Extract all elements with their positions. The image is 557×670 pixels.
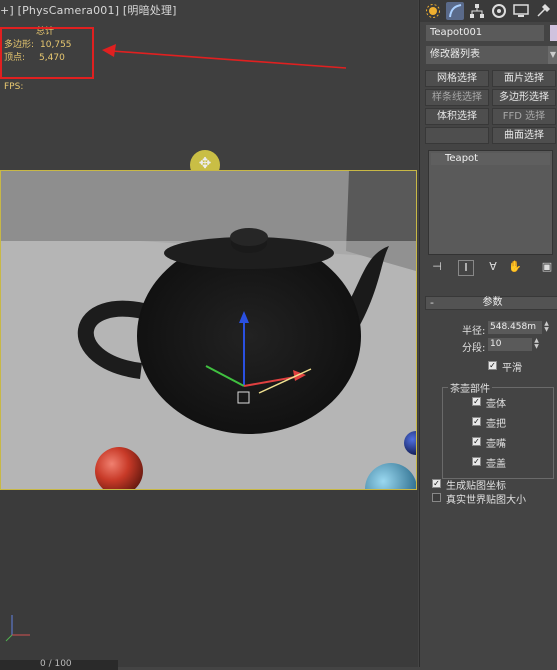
camera-viewport[interactable]: +] [PhysCamera001] [明暗处理] 总计 多边形: 10,755 … xyxy=(0,0,418,670)
gen-uv-checkbox[interactable]: ✓ xyxy=(432,479,441,488)
stack-toolbar: ⊣ I ∀ ✋ ▣ xyxy=(428,260,557,276)
segments-spinner-arrows[interactable]: ▲ ▼ xyxy=(533,338,540,351)
gen-uv-label: 生成贴图坐标 xyxy=(446,481,506,492)
teapot-scene xyxy=(1,171,416,489)
command-panel-tabs xyxy=(420,0,557,22)
annotation-arrow xyxy=(102,44,347,69)
configure-sets-icon[interactable]: ▣ xyxy=(540,260,554,274)
body-label: 壶体 xyxy=(486,399,506,410)
teapot-parts-title: 茶壶部件 xyxy=(448,380,492,395)
empty-button[interactable] xyxy=(425,127,489,144)
modifier-list-label: 修改器列表 xyxy=(430,49,480,60)
smooth-label: 平滑 xyxy=(502,363,522,374)
segments-label: 分段: xyxy=(462,343,486,354)
motion-icon[interactable] xyxy=(490,2,508,20)
mesh-select-button[interactable]: 网格选择 xyxy=(425,70,489,87)
frame-counter-text: 0 / 100 xyxy=(40,659,72,669)
command-panel: Teapot001 修改器列表 ▼ 网格选择 面片选择 样条线选择 多边形选择 … xyxy=(419,0,557,667)
fps-label: FPS: xyxy=(4,82,24,92)
patch-select-button[interactable]: 面片选择 xyxy=(492,70,556,87)
viewport-lower-area[interactable] xyxy=(0,490,418,667)
chevron-down-icon: ▼ xyxy=(548,46,557,64)
modify-icon[interactable] xyxy=(446,2,464,20)
object-name-field[interactable]: Teapot001 xyxy=(426,25,544,41)
object-color-swatch[interactable] xyxy=(550,25,557,41)
teapot-lid-top xyxy=(230,228,268,246)
remove-modifier-icon[interactable]: ✋ xyxy=(508,260,522,274)
real-world-checkbox[interactable] xyxy=(432,493,441,502)
hierarchy-icon[interactable] xyxy=(468,2,486,20)
body-checkbox[interactable]: ✓ xyxy=(472,397,481,406)
lid-label: 壶盖 xyxy=(486,459,506,470)
create-icon[interactable] xyxy=(424,2,442,20)
radius-label: 半径: xyxy=(462,326,486,337)
safe-frame-render[interactable] xyxy=(0,170,417,490)
ffd-select-button[interactable]: FFD 选择 xyxy=(492,108,556,125)
pin-stack-icon[interactable]: ⊣ xyxy=(430,260,444,274)
axis-tripod-icon xyxy=(5,615,30,642)
make-unique-icon[interactable]: ∀ xyxy=(486,260,500,274)
real-world-label: 真实世界贴图大小 xyxy=(446,495,526,506)
display-icon[interactable] xyxy=(512,2,530,20)
spout-label: 壶嘴 xyxy=(486,439,506,450)
modifier-list-dropdown[interactable]: 修改器列表 ▼ xyxy=(426,46,557,64)
poly-select-button[interactable]: 多边形选择 xyxy=(492,89,556,106)
surface-select-button[interactable]: 曲面选择 xyxy=(492,127,556,144)
smooth-checkbox[interactable]: ✓ xyxy=(488,361,497,370)
rollout-title: 参数 xyxy=(482,297,503,308)
radius-spinner-arrows[interactable]: ▲ ▼ xyxy=(543,321,550,334)
lid-checkbox[interactable]: ✓ xyxy=(472,457,481,466)
time-slider[interactable]: 0 / 100 xyxy=(0,660,118,670)
vol-select-button[interactable]: 体积选择 xyxy=(425,108,489,125)
segments-spinner[interactable]: 10 xyxy=(488,338,532,351)
modifier-stack[interactable]: Teapot xyxy=(428,150,553,255)
radius-spinner[interactable]: 548.458m xyxy=(488,321,542,334)
stack-item-teapot[interactable]: Teapot xyxy=(431,153,550,165)
handle-label: 壶把 xyxy=(486,419,506,430)
handle-checkbox[interactable]: ✓ xyxy=(472,417,481,426)
parameters-rollout-header[interactable]: - 参数 xyxy=(425,296,557,310)
show-end-result-icon[interactable]: I xyxy=(458,260,474,276)
utilities-icon[interactable] xyxy=(534,2,552,20)
spout-checkbox[interactable]: ✓ xyxy=(472,437,481,446)
spline-select-button[interactable]: 样条线选择 xyxy=(425,89,489,106)
